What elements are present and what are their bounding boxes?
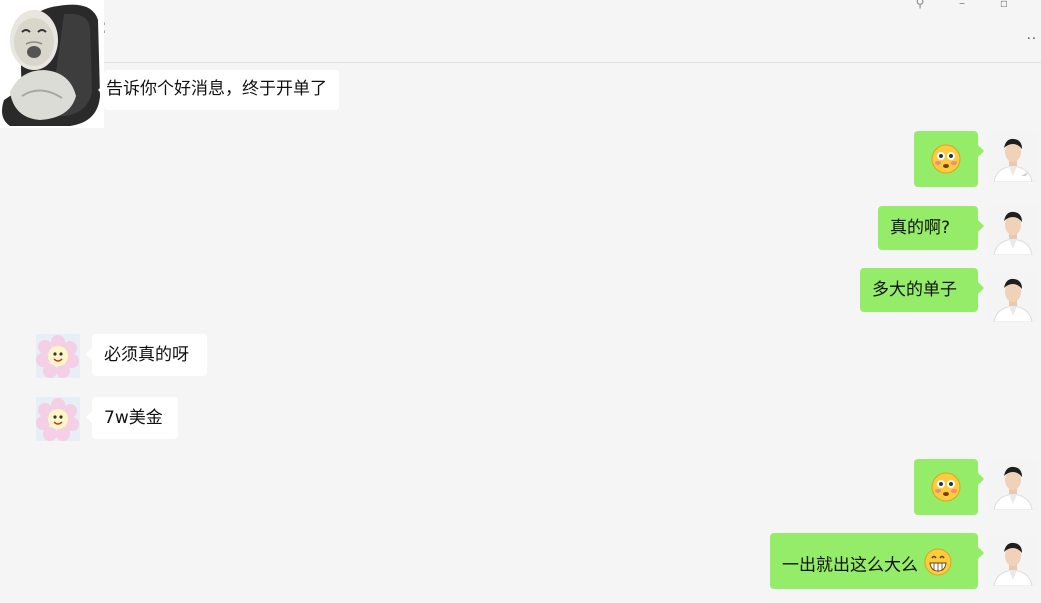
message-bubble[interactable]: 必须真的呀 bbox=[86, 334, 207, 376]
chat-title-bar bbox=[0, 0, 1041, 62]
self-avatar[interactable] bbox=[988, 272, 1038, 322]
self-avatar[interactable] bbox=[988, 205, 1038, 255]
flushed-face-emoji bbox=[930, 471, 962, 510]
message-text: 真的啊? bbox=[890, 218, 951, 238]
message-bubble[interactable]: 多大的单子 bbox=[860, 268, 984, 312]
sticker-avatar[interactable] bbox=[0, 0, 104, 128]
message-bubble[interactable]: 真的啊? bbox=[878, 206, 984, 250]
grinning-face-emoji bbox=[923, 547, 953, 584]
maximize-icon[interactable]: ▫ bbox=[995, 0, 1013, 10]
message-text: 7w美金 bbox=[104, 408, 163, 428]
message-bubble[interactable]: 告诉你个好消息，终于开单了 bbox=[98, 70, 339, 110]
contact-avatar[interactable] bbox=[36, 397, 80, 441]
minimize-icon[interactable]: – bbox=[953, 0, 971, 10]
pin-icon[interactable]: ⚲ bbox=[911, 0, 929, 10]
more-options-icon[interactable]: .. bbox=[1027, 28, 1037, 43]
message-text: 必须真的呀 bbox=[104, 345, 189, 365]
message-text: 告诉你个好消息，终于开单了 bbox=[106, 79, 327, 99]
self-avatar[interactable] bbox=[988, 132, 1038, 182]
message-bubble[interactable]: 7w美金 bbox=[86, 397, 178, 439]
message-bubble[interactable]: 一出就出这么大么 bbox=[770, 533, 984, 589]
message-bubble[interactable] bbox=[914, 131, 984, 187]
message-text: 多大的单子 bbox=[872, 280, 957, 300]
flushed-face-emoji bbox=[930, 143, 962, 182]
self-avatar[interactable] bbox=[988, 460, 1038, 510]
message-text: 一出就出这么大么 bbox=[782, 555, 918, 576]
message-bubble[interactable] bbox=[914, 459, 984, 515]
title-divider bbox=[0, 62, 1041, 63]
contact-avatar[interactable] bbox=[36, 334, 80, 378]
self-avatar[interactable] bbox=[988, 536, 1038, 586]
